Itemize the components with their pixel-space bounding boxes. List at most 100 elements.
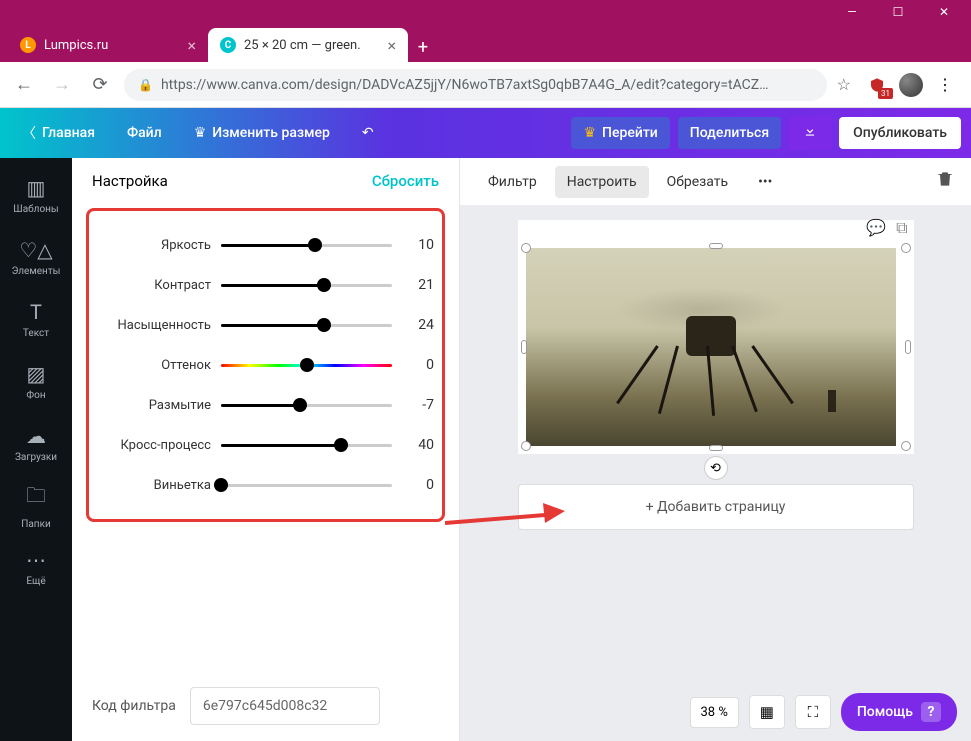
slider-row: Контраст21 xyxy=(93,265,434,305)
slider-0[interactable] xyxy=(221,235,392,255)
grid-view-button[interactable]: ▦ xyxy=(749,695,785,729)
rail-folders[interactable]: 🗀 Папки xyxy=(0,474,72,536)
filter-code-input[interactable] xyxy=(190,687,380,725)
chevron-left-icon: 〈 xyxy=(22,123,36,143)
help-button[interactable]: Помощь ? xyxy=(841,693,957,731)
bottom-bar: 38 % ▦ ⛶ Помощь ? xyxy=(690,693,958,731)
slider-value: 10 xyxy=(402,237,434,253)
resize-handle[interactable] xyxy=(901,441,911,451)
templates-icon: ▥ xyxy=(27,176,46,200)
slider-1[interactable] xyxy=(221,275,392,295)
canvas-viewport[interactable]: 💬 ⧉ xyxy=(460,206,971,741)
add-page-button[interactable]: + Добавить страницу xyxy=(518,484,914,530)
slider-row: Размытие-7 xyxy=(93,385,434,425)
rotate-handle[interactable]: ⟲ xyxy=(704,456,728,480)
slider-label: Яркость xyxy=(93,238,211,253)
resize-handle[interactable] xyxy=(709,445,723,451)
publish-button[interactable]: Опубликовать xyxy=(839,117,961,149)
browser-menu-button[interactable]: ⋮ xyxy=(935,75,955,95)
slider-value: 24 xyxy=(402,317,434,333)
home-button[interactable]: 〈 Главная xyxy=(10,115,107,151)
extension-adblock-icon[interactable]: 31 xyxy=(867,75,887,95)
profile-avatar[interactable] xyxy=(899,73,923,97)
browser-tab-lumpics[interactable]: L Lumpics.ru × xyxy=(8,28,208,62)
resize-button[interactable]: ♛ Изменить размер xyxy=(182,117,342,149)
slider-value: 0 xyxy=(402,477,434,493)
tab-title: 25 × 20 cm — green. xyxy=(244,38,361,53)
address-bar: ← → ⟳ 🔒 https://www.canva.com/design/DAD… xyxy=(0,62,971,108)
duplicate-icon[interactable]: ⧉ xyxy=(896,218,907,238)
resize-label: Изменить размер xyxy=(212,125,330,141)
sidebar-rail: ▥ Шаблоны ♡△ Элементы T Текст ▨ Фон ☁ За… xyxy=(0,158,72,741)
favicon-icon: C xyxy=(220,37,236,53)
slider-label: Оттенок xyxy=(93,358,211,373)
slider-row: Яркость 10 xyxy=(93,225,434,265)
window-maximize-button[interactable]: ☐ xyxy=(875,0,921,24)
back-button[interactable]: ← xyxy=(10,71,38,99)
slider-2[interactable] xyxy=(221,315,392,335)
reset-button[interactable]: Сбросить xyxy=(372,172,439,190)
more-options-button[interactable]: ••• xyxy=(746,166,784,198)
new-tab-button[interactable]: + xyxy=(408,32,438,62)
browser-tab-canva[interactable]: C 25 × 20 cm — green. × xyxy=(208,28,408,62)
help-icon: ? xyxy=(921,702,941,722)
window-close-button[interactable]: ✕ xyxy=(921,0,967,24)
fullscreen-button[interactable]: ⛶ xyxy=(795,695,831,729)
lock-icon: 🔒 xyxy=(138,78,153,92)
resize-handle[interactable] xyxy=(521,340,527,354)
slider-5[interactable] xyxy=(221,435,392,455)
url-input[interactable]: 🔒 https://www.canva.com/design/DADVcAZ5j… xyxy=(124,69,827,101)
tab-crop[interactable]: Обрезать xyxy=(655,166,741,198)
tab-adjust[interactable]: Настроить xyxy=(555,166,649,198)
undo-button[interactable]: ↶ xyxy=(350,117,386,149)
comment-icon[interactable]: 💬 xyxy=(866,218,886,238)
rail-background[interactable]: ▨ Фон xyxy=(0,350,72,412)
zoom-level[interactable]: 38 % xyxy=(690,697,739,728)
rail-text[interactable]: T Текст xyxy=(0,288,72,350)
forward-button[interactable]: → xyxy=(48,71,76,99)
design-page[interactable]: 💬 ⧉ xyxy=(518,220,914,454)
rail-templates[interactable]: ▥ Шаблоны xyxy=(0,164,72,226)
browser-tabs: L Lumpics.ru × C 25 × 20 cm — green. × + xyxy=(0,24,971,62)
selected-image[interactable]: ⟲ xyxy=(526,248,906,446)
reload-button[interactable]: ⟳ xyxy=(86,71,114,99)
slider-4[interactable] xyxy=(221,395,392,415)
resize-handle[interactable] xyxy=(709,243,723,249)
rail-uploads[interactable]: ☁ Загрузки xyxy=(0,412,72,474)
canvas-toolbar: Фильтр Настроить Обрезать ••• xyxy=(460,158,971,206)
rail-label: Ещё xyxy=(26,576,45,587)
resize-handle[interactable] xyxy=(901,243,911,253)
file-menu[interactable]: Файл xyxy=(115,117,174,149)
crown-icon: ♛ xyxy=(583,125,596,141)
panel-title: Настройка xyxy=(92,172,168,190)
rail-label: Фон xyxy=(26,390,45,401)
resize-handle[interactable] xyxy=(521,441,531,451)
rail-label: Текст xyxy=(23,328,49,339)
extension-badge: 31 xyxy=(878,88,893,99)
download-button[interactable] xyxy=(789,116,831,150)
elements-icon: ♡△ xyxy=(19,238,52,262)
share-button[interactable]: Поделиться xyxy=(678,117,781,149)
tab-filter[interactable]: Фильтр xyxy=(476,166,549,198)
resize-handle[interactable] xyxy=(905,340,911,354)
slider-value: 21 xyxy=(402,277,434,293)
slider-3[interactable] xyxy=(221,355,392,375)
rail-label: Папки xyxy=(21,519,51,530)
slider-label: Кросс-процесс xyxy=(93,438,211,453)
file-label: Файл xyxy=(127,125,162,141)
rail-elements[interactable]: ♡△ Элементы xyxy=(0,226,72,288)
text-icon: T xyxy=(30,300,42,324)
resize-handle[interactable] xyxy=(521,243,531,253)
slider-6[interactable] xyxy=(221,475,392,495)
uploads-icon: ☁ xyxy=(26,424,46,448)
rail-label: Загрузки xyxy=(15,452,57,463)
upgrade-button[interactable]: ♛ Перейти xyxy=(571,117,669,149)
close-icon[interactable]: × xyxy=(187,36,196,55)
rail-more[interactable]: ⋯ Ещё xyxy=(0,536,72,598)
close-icon[interactable]: × xyxy=(387,36,396,55)
sliders-highlight-box: Яркость10Контраст21Насыщенность24Оттенок… xyxy=(86,208,445,522)
window-minimize-button[interactable]: — xyxy=(829,0,875,24)
delete-button[interactable] xyxy=(935,169,955,194)
star-icon[interactable]: ☆ xyxy=(837,75,851,94)
publish-label: Опубликовать xyxy=(853,125,947,141)
